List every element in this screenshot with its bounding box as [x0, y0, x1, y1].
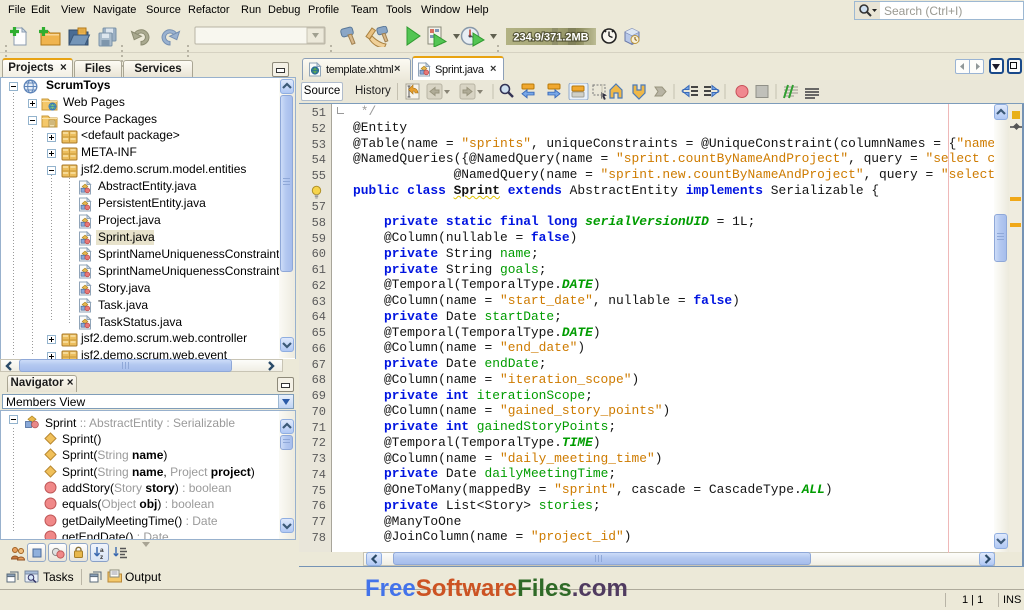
svg-text:234.9/371.2MB: 234.9/371.2MB: [513, 32, 588, 44]
svg-text:a: a: [100, 547, 104, 554]
svg-text:z: z: [100, 554, 104, 560]
